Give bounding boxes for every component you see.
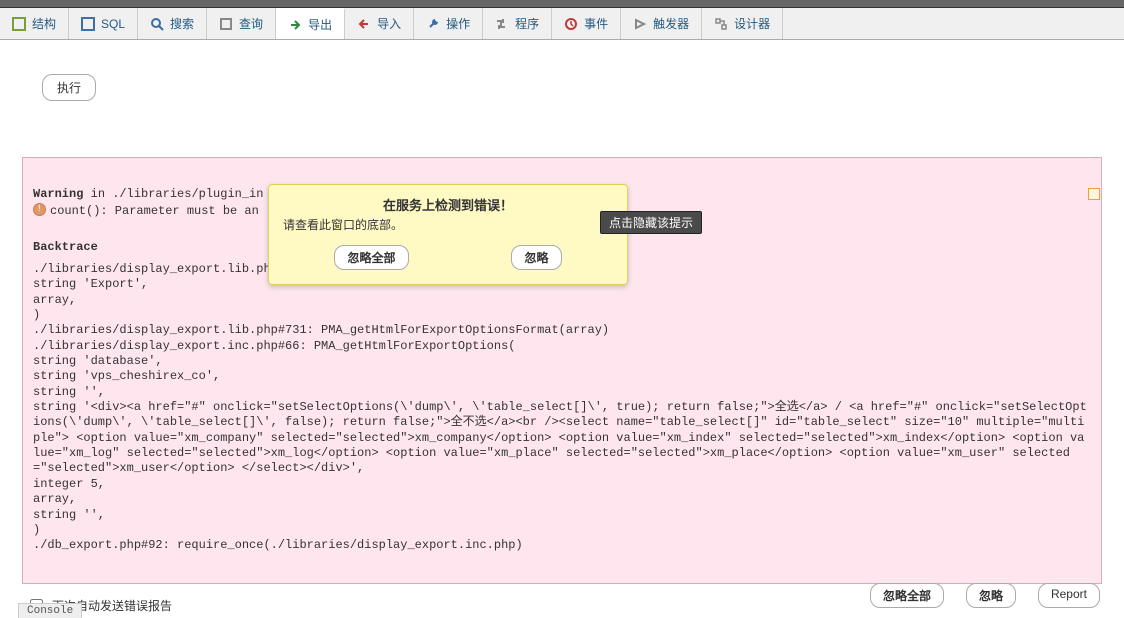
tab-label: 触发器 [653, 15, 689, 32]
tab-label: 操作 [446, 15, 470, 32]
ignore-button-footer[interactable]: 忽略 [966, 583, 1016, 608]
modal-subtitle: 请查看此窗口的底部。 [283, 216, 613, 233]
collapse-icon[interactable] [1088, 188, 1100, 200]
structure-icon [12, 17, 26, 31]
ignore-all-button-modal[interactable]: 忽略全部 [334, 245, 408, 270]
search-icon [150, 17, 164, 31]
designer-icon [714, 17, 728, 31]
tab-events[interactable]: 事件 [552, 8, 621, 39]
routines-icon [495, 17, 509, 31]
tab-sql[interactable]: SQL [69, 8, 138, 39]
report-button[interactable]: Report [1038, 583, 1100, 608]
tab-routines[interactable]: 程序 [483, 8, 552, 39]
export-icon [288, 18, 302, 32]
tab-import[interactable]: 导入 [345, 8, 414, 39]
error-modal: 在服务上检测到错误！ 请查看此窗口的底部。 忽略全部 忽略 [268, 184, 628, 285]
main-tabs: 结构 SQL 搜索 查询 导出 导入 操作 程序 事件 触发器 设计器 [0, 8, 1124, 40]
tab-label: 设计器 [734, 15, 770, 32]
tab-designer[interactable]: 设计器 [702, 8, 783, 39]
import-icon [357, 17, 371, 31]
warning-label: Warning [33, 187, 83, 201]
tab-export[interactable]: 导出 [276, 8, 345, 39]
tab-search[interactable]: 搜索 [138, 8, 207, 39]
tab-label: 导入 [377, 15, 401, 32]
error-icon [33, 203, 46, 216]
clock-icon [564, 17, 578, 31]
content-area: 执行 Warning in ./libraries/plugin_in coun… [0, 40, 1124, 618]
run-button[interactable]: 执行 [42, 74, 96, 101]
triggers-icon [633, 17, 647, 31]
backtrace-body: ./libraries/display_export.lib.ph string… [33, 262, 1087, 552]
tab-label: SQL [101, 17, 125, 31]
console-tab[interactable]: Console [18, 603, 82, 618]
ignore-button-modal[interactable]: 忽略 [511, 245, 561, 270]
ignore-all-button-footer[interactable]: 忽略全部 [870, 583, 944, 608]
tab-label: 事件 [584, 15, 608, 32]
count-line: count(): Parameter must be an [50, 204, 259, 218]
tab-triggers[interactable]: 触发器 [621, 8, 702, 39]
wrench-icon [426, 17, 440, 31]
tab-label: 导出 [308, 16, 332, 33]
warning-tail: in ./libraries/plugin_in [83, 187, 263, 201]
sql-icon [81, 17, 95, 31]
tab-query[interactable]: 查询 [207, 8, 276, 39]
tab-label: 查询 [239, 15, 263, 32]
hide-tip-button[interactable]: 点击隐藏该提示 [600, 211, 702, 234]
footer-buttons: 忽略全部 忽略 Report [870, 583, 1100, 608]
tab-structure[interactable]: 结构 [0, 8, 69, 39]
query-icon [219, 17, 233, 31]
tab-label: 结构 [32, 15, 56, 32]
tab-label: 程序 [515, 15, 539, 32]
window-titlebar [0, 0, 1124, 8]
tab-operations[interactable]: 操作 [414, 8, 483, 39]
tab-label: 搜索 [170, 15, 194, 32]
modal-title: 在服务上检测到错误！ [283, 195, 613, 214]
